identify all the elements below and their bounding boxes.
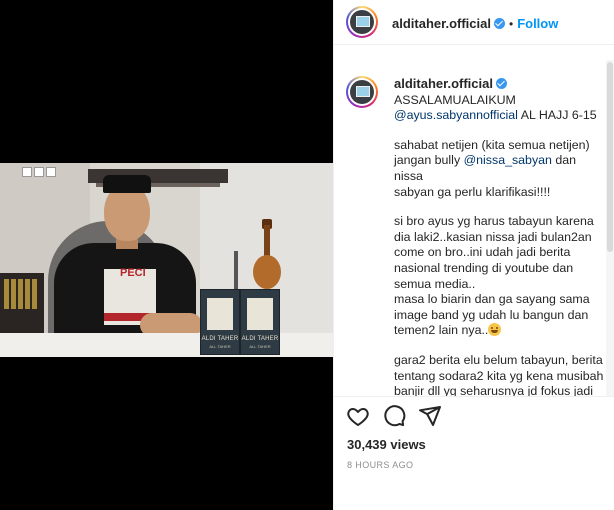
shirt-print-text: PECI: [120, 267, 146, 279]
mention-link[interactable]: @nissa_sabyan: [464, 153, 552, 167]
ukulele-body: [253, 255, 281, 289]
video-frame[interactable]: PECI ALDI TAHER ALL TAHER ALDI TAHER ALL…: [0, 163, 333, 357]
wall-outlet: [34, 167, 44, 177]
caption-username-link[interactable]: alditaher.official: [394, 76, 493, 91]
caption-text: si bro ayus yg harus tabayun karena dia …: [394, 214, 594, 338]
table: [0, 333, 333, 357]
scrollbar-thumb[interactable]: [607, 62, 613, 252]
avatar[interactable]: [346, 6, 378, 38]
caption-line: ASSALAMUALAIKUM: [394, 92, 516, 107]
person-cap: [103, 175, 151, 193]
caption: alditaher.official ASSALAMUALAIKUM @ayus…: [394, 76, 606, 396]
product-box-sublabel: ALL TAHER: [209, 344, 231, 349]
verified-badge-icon: [495, 78, 507, 89]
product-box-sublabel: ALL TAHER: [249, 344, 271, 349]
product-box: ALDI TAHER ALL TAHER: [240, 289, 280, 355]
caption-avatar[interactable]: [346, 76, 378, 108]
heart-icon[interactable]: [346, 404, 370, 428]
share-icon[interactable]: [418, 404, 442, 428]
divider: [334, 396, 614, 397]
caption-text: AL HAJJ 6-15: [517, 108, 597, 123]
post-media[interactable]: PECI ALDI TAHER ALL TAHER ALDI TAHER ALL…: [0, 0, 333, 510]
product-box-window: [247, 298, 273, 330]
post-header: alditaher.official • Follow: [334, 0, 614, 45]
post-sidebar: alditaher.official • Follow alditaher.offi…: [333, 0, 614, 510]
product-box-label: ALDI TAHER: [241, 336, 279, 342]
mention-link[interactable]: @ayus.sabyannofficial: [394, 108, 518, 122]
comments-scrollbar[interactable]: [606, 60, 614, 396]
smiling-face-emoji-icon: [488, 323, 502, 337]
wall-outlet: [46, 167, 56, 177]
separator-dot: •: [508, 17, 514, 31]
post-timestamp[interactable]: 8 HOURS AGO: [347, 460, 413, 470]
product-box-label: ALDI TAHER: [201, 336, 239, 342]
verified-badge-icon: [493, 18, 505, 29]
view-count[interactable]: 30,439 views: [347, 437, 426, 452]
comments-area[interactable]: alditaher.official ASSALAMUALAIKUM @ayus…: [334, 60, 606, 396]
product-box: ALDI TAHER ALL TAHER: [200, 289, 240, 355]
wall-outlet: [22, 167, 32, 177]
product-box-window: [207, 298, 233, 330]
username-link[interactable]: alditaher.official: [392, 16, 491, 31]
follow-button[interactable]: Follow: [517, 16, 558, 31]
comment-icon[interactable]: [382, 404, 406, 428]
header-user-row: alditaher.official • Follow: [392, 15, 558, 33]
caption-text: gara2 berita elu belum tabayun, berita t…: [394, 352, 604, 396]
